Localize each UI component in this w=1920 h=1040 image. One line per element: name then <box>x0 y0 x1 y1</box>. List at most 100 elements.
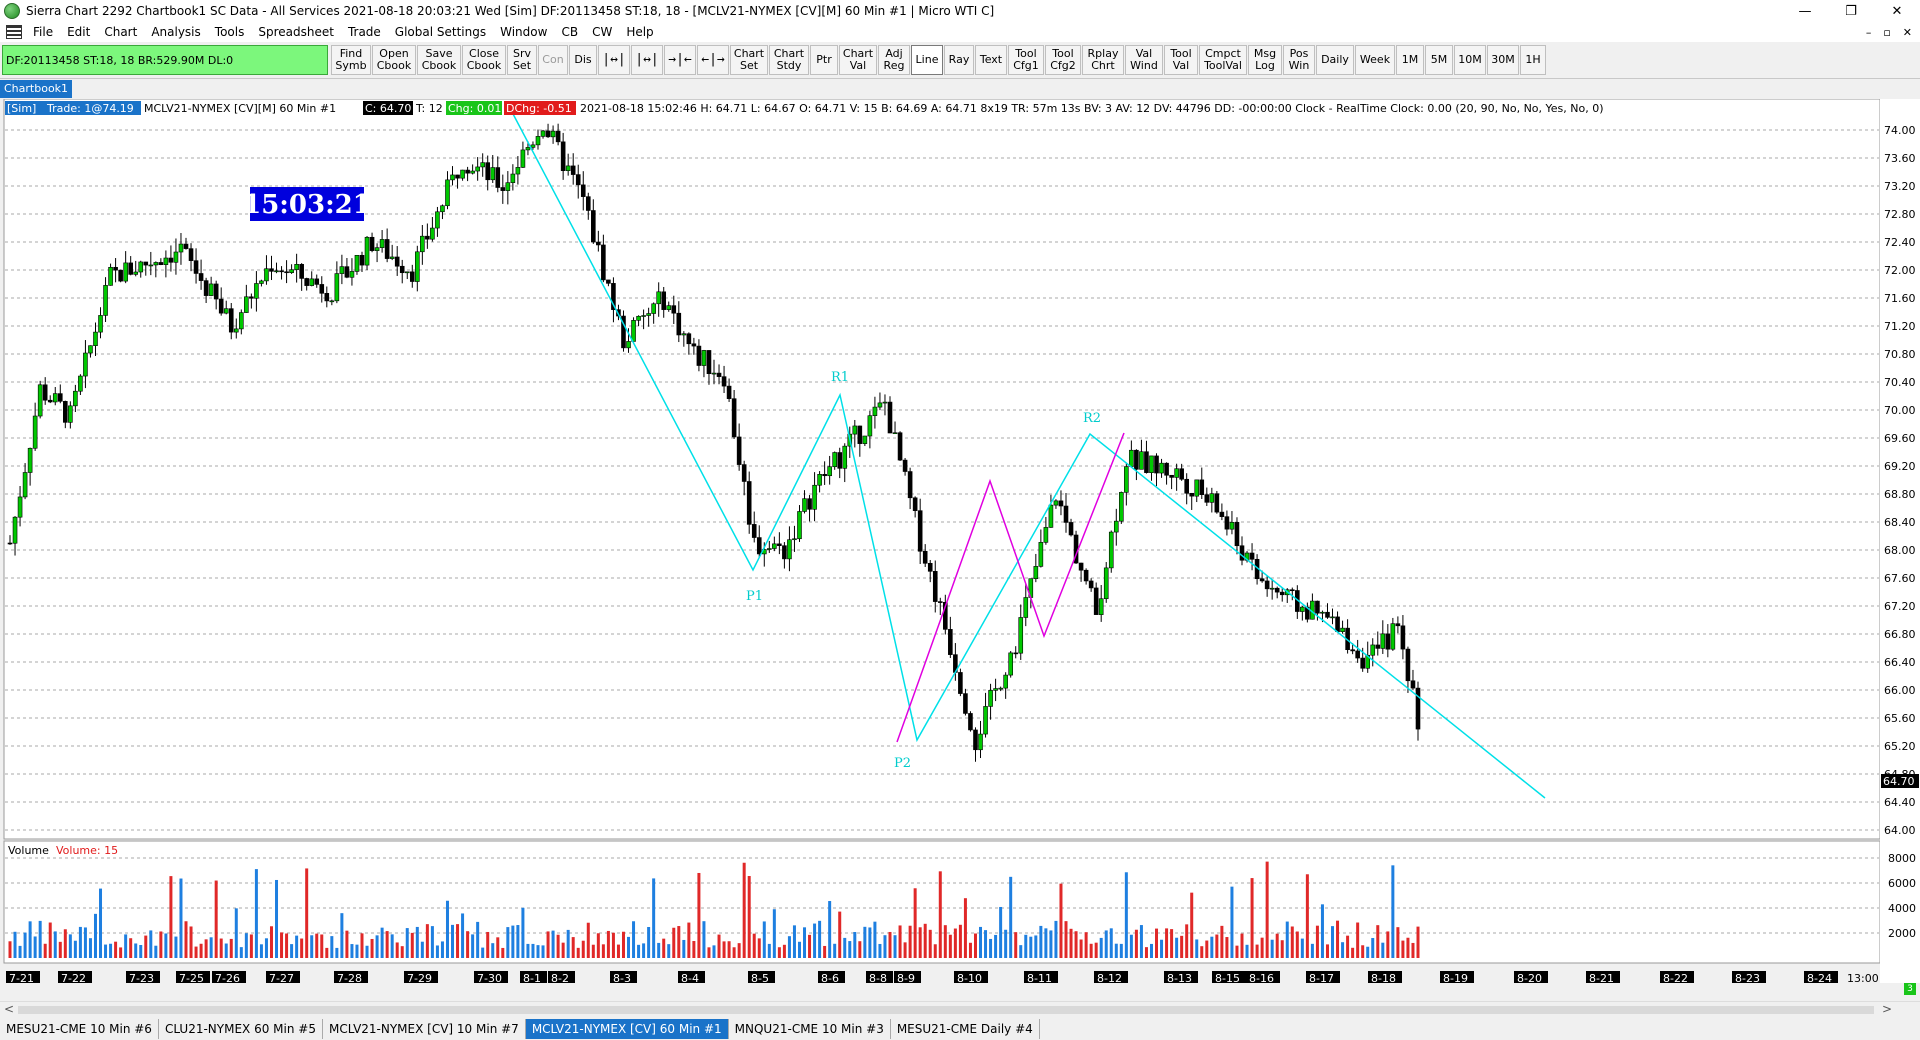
menu-item[interactable]: File <box>26 25 60 39</box>
close-button[interactable]: ✕ <box>1874 0 1920 22</box>
candle-body <box>746 481 752 525</box>
chart-window-control[interactable]: ✕ <box>1903 26 1912 39</box>
volume-bar <box>53 931 57 958</box>
toolbar-button[interactable]: Cmpct ToolVal <box>1199 45 1247 75</box>
date-axis-label: 8-19 <box>1443 972 1468 983</box>
toolbar-button[interactable]: Ptr <box>810 45 838 75</box>
candle-body <box>158 262 164 265</box>
toolbar-button[interactable]: →|← <box>664 45 696 75</box>
toolbar-button[interactable]: 10M <box>1454 45 1486 75</box>
toolbar-button[interactable]: Tool Cfg1 <box>1008 45 1044 75</box>
menu-item[interactable]: CW <box>585 25 619 39</box>
chart-tab[interactable]: MESU21-CME Daily #4 <box>891 1019 1040 1039</box>
horizontal-scrollbar[interactable]: < > <box>0 1001 1920 1018</box>
volume-bar <box>23 932 27 958</box>
toolbar-button[interactable]: Srv Set <box>507 45 537 75</box>
menu-item[interactable]: Analysis <box>144 25 207 39</box>
toolbar-button[interactable]: Tool Cfg2 <box>1045 45 1081 75</box>
chartbook-tab[interactable]: Chartbook1 <box>0 80 73 98</box>
candle-body <box>450 174 455 181</box>
system-menu-icon[interactable] <box>6 25 22 39</box>
volume-bar <box>320 934 324 958</box>
volume-bar <box>1265 861 1269 958</box>
toolbar-button[interactable]: Ray <box>944 45 974 75</box>
scroll-left-arrow[interactable]: < <box>4 1002 14 1016</box>
candle-body <box>420 235 425 253</box>
candle-body <box>143 261 149 266</box>
toolbar-button[interactable]: Save Cbook <box>417 45 461 75</box>
candle-body <box>1018 617 1024 654</box>
chart-area[interactable]: P1 R1 P2 R2 74.00 73.60 73.20 72.80 72.40 72.00 7… <box>0 99 1920 983</box>
toolbar-button[interactable]: Close Cbook <box>462 45 506 75</box>
toolbar-button[interactable]: Chart Set <box>730 45 768 75</box>
volume-bar <box>1396 927 1400 958</box>
date-axis-label: 7-30 <box>477 972 502 983</box>
toolbar-button[interactable]: Line <box>911 45 943 75</box>
volume-bar <box>848 941 852 958</box>
toolbar-button[interactable]: 5M <box>1425 45 1453 75</box>
chart-tab[interactable]: MNQU21-CME 10 Min #3 <box>729 1019 891 1039</box>
chart-window-control[interactable]: ▫ <box>1883 26 1890 39</box>
toolbar-button[interactable]: 1H <box>1520 45 1546 75</box>
toolbar-button[interactable]: Msg Log <box>1248 45 1282 75</box>
toolbar-button[interactable]: Chart Stdy <box>769 45 809 75</box>
toolbar-button[interactable]: Rplay Chrt <box>1082 45 1124 75</box>
menu-item[interactable]: Window <box>493 25 554 39</box>
toolbar-button[interactable]: Chart Val <box>839 45 877 75</box>
volume-bar <box>853 932 857 958</box>
menu-item[interactable]: CB <box>554 25 585 39</box>
volume-bar <box>1225 937 1229 958</box>
toolbar-button[interactable]: |↔| <box>598 45 630 75</box>
menu-item[interactable]: Global Settings <box>388 25 493 39</box>
toolbar-button[interactable]: Con <box>538 45 568 75</box>
volume-bar <box>1411 942 1415 958</box>
chart-window-control[interactable]: – <box>1866 26 1872 39</box>
scroll-thumb[interactable] <box>18 1006 1874 1014</box>
toolbar-button[interactable]: Val Wind <box>1125 45 1163 75</box>
volume-bar <box>83 927 87 958</box>
toolbar-button[interactable]: Text <box>975 45 1007 75</box>
volume-bar <box>1295 931 1299 958</box>
menu-item[interactable]: Tools <box>208 25 252 39</box>
candle-body <box>203 280 209 296</box>
scroll-right-arrow[interactable]: > <box>1882 1002 1892 1016</box>
candle-body <box>706 350 712 375</box>
toolbar-button[interactable]: Tool Val <box>1164 45 1198 75</box>
toolbar-button[interactable]: Adj Reg <box>878 45 910 75</box>
chart-tab[interactable]: CLU21-NYMEX 60 Min #5 <box>159 1019 323 1039</box>
chart-tab[interactable]: MESU21-CME 10 Min #6 <box>0 1019 159 1039</box>
menu-item[interactable]: Spreadsheet <box>251 25 341 39</box>
menu-item[interactable]: Chart <box>97 25 144 39</box>
toolbar-button[interactable]: Find Symb <box>331 45 371 75</box>
volume-bar <box>813 923 817 958</box>
candle-body <box>379 239 385 248</box>
volume-axis-label: 8000 <box>1888 852 1916 865</box>
toolbar-button[interactable]: 30M <box>1487 45 1519 75</box>
date-axis-label: 8-4 <box>681 972 699 983</box>
chart-tab[interactable]: MCLV21-NYMEX [CV] 10 Min #7 <box>323 1019 526 1039</box>
candle-body <box>550 130 556 138</box>
candle-body <box>264 268 269 282</box>
chart-tab[interactable]: MCLV21-NYMEX [CV] 60 Min #1 <box>525 1019 729 1039</box>
minimize-button[interactable]: — <box>1782 0 1828 22</box>
volume-bar <box>1315 925 1319 958</box>
candle-body <box>32 415 38 449</box>
candle-body <box>973 729 978 751</box>
toolbar-button[interactable]: Week <box>1355 45 1395 75</box>
toolbar-button[interactable]: Dis <box>569 45 597 75</box>
toolbar-button[interactable]: ←|→ <box>697 45 729 75</box>
candle-body <box>435 211 440 229</box>
candle-body <box>274 270 279 273</box>
toolbar-button[interactable]: Open Cbook <box>372 45 416 75</box>
toolbar-button[interactable]: Pos Win <box>1283 45 1315 75</box>
toolbar-button[interactable]: Daily <box>1316 45 1354 75</box>
volume-bar <box>1104 930 1108 958</box>
toolbar-button[interactable]: 1M <box>1396 45 1424 75</box>
menu-item[interactable]: Help <box>619 25 660 39</box>
restore-button[interactable]: ❐ <box>1828 0 1874 22</box>
menu-item[interactable]: Trade <box>341 25 388 39</box>
menu-item[interactable]: Edit <box>60 25 97 39</box>
volume-bar <box>1009 876 1013 958</box>
toolbar-button[interactable]: |↔| <box>631 45 663 75</box>
candle-body <box>490 167 496 181</box>
